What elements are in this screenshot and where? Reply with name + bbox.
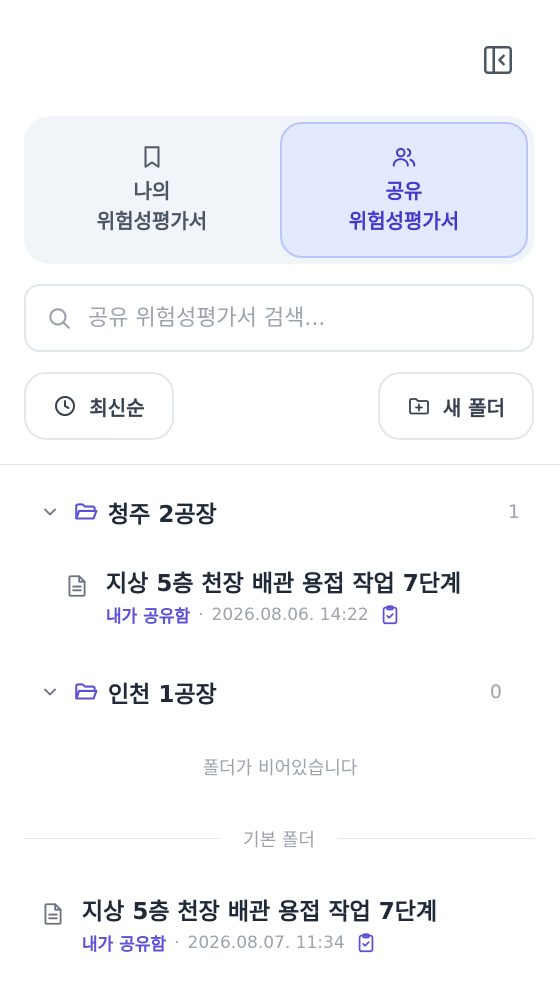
default-folder-label: 기본 폴더 — [243, 830, 315, 851]
clipboard-check-icon — [355, 931, 377, 955]
sidebar-collapse-icon — [483, 45, 513, 75]
meta-separator: · — [174, 932, 180, 953]
tab-label-line2: 위험성평가서 — [348, 209, 460, 233]
tab-switcher: 나의 위험성평가서 공유 위험성평가서 — [24, 116, 534, 264]
chevron-down-icon[interactable] — [40, 502, 60, 522]
collapse-sidebar-button[interactable] — [478, 40, 518, 80]
new-folder-label: 새 폴더 — [442, 395, 506, 420]
tab-my-assessments[interactable]: 나의 위험성평가서 — [30, 122, 274, 258]
sort-button[interactable]: 최신순 — [24, 372, 174, 440]
document-date: 2026.08.06. 14:22 — [211, 604, 369, 625]
document-icon — [64, 572, 90, 604]
search-input[interactable] — [88, 305, 508, 331]
document-title: 지상 5층 천장 배관 용접 작업 7단계 — [82, 899, 438, 925]
tab-label-line1: 나의 — [133, 179, 171, 203]
folder-name: 청주 2공장 — [108, 502, 217, 528]
search-icon — [49, 308, 70, 329]
empty-folder-message: 폴더가 비어있습니다 — [202, 758, 358, 779]
tab-label-line1: 공유 — [385, 179, 423, 203]
folder-count: 0 — [489, 681, 502, 703]
share-status: 내가 공유함 — [82, 935, 167, 955]
bookmark-icon — [144, 146, 160, 168]
separator-line — [338, 838, 534, 839]
clock-icon — [55, 396, 76, 416]
tab-shared-assessments[interactable]: 공유 위험성평가서 — [280, 122, 528, 258]
folder-row[interactable]: 인천 1공장 0 — [40, 674, 520, 710]
folder-name: 인천 1공장 — [108, 682, 217, 708]
tab-label-line2: 위험성평가서 — [96, 209, 208, 233]
divider — [0, 464, 560, 465]
sort-label: 최신순 — [89, 395, 145, 420]
document-meta: 내가 공유함 · 2026.08.07. 11:34 — [82, 930, 377, 955]
users-icon — [392, 147, 416, 167]
search-box — [24, 284, 534, 352]
new-folder-button[interactable]: 새 폴더 — [378, 372, 534, 440]
shared-risk-assessment-panel: 나의 위험성평가서 공유 위험성평가서 최신순 — [0, 0, 560, 1004]
document-icon — [40, 900, 66, 932]
folder-count: 1 — [507, 501, 520, 523]
folder-open-icon — [72, 499, 100, 525]
clipboard-check-icon — [379, 603, 401, 627]
folder-plus-icon — [409, 398, 429, 415]
document-date: 2026.08.07. 11:34 — [187, 932, 345, 953]
chevron-down-icon[interactable] — [40, 682, 60, 702]
document-meta: 내가 공유함 · 2026.08.06. 14:22 — [106, 602, 401, 627]
share-status: 내가 공유함 — [106, 607, 191, 627]
document-title: 지상 5층 천장 배관 용접 작업 7단계 — [106, 571, 462, 597]
folder-row[interactable]: 청주 2공장 1 — [40, 494, 520, 530]
meta-separator: · — [198, 604, 204, 625]
folder-open-icon — [72, 679, 100, 705]
section-separator: 기본 폴더 — [24, 826, 534, 851]
